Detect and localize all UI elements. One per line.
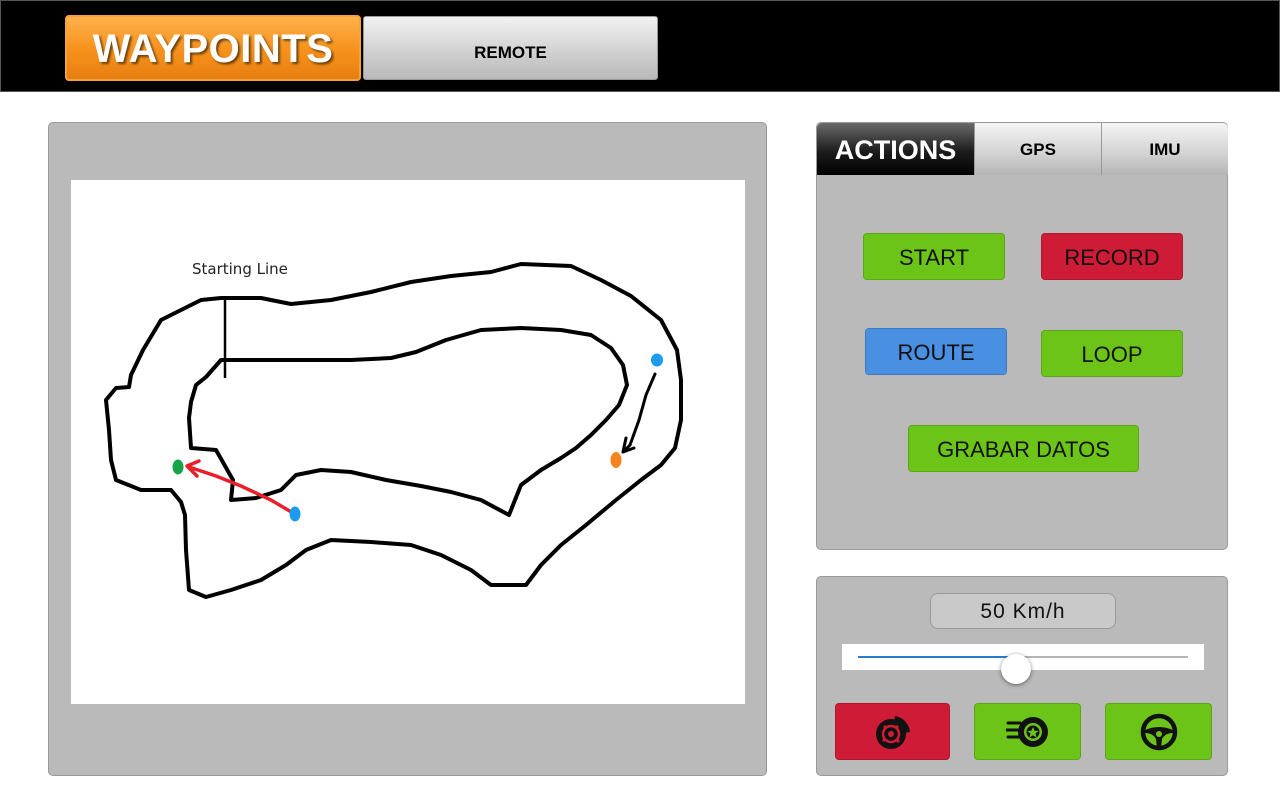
starting-line-label: Starting Line — [192, 260, 288, 278]
actions-panel: ACTIONS GPS IMU START RECORD ROUTE LOOP … — [816, 122, 1228, 550]
speed-control-panel: 50 Km/h — [816, 576, 1228, 776]
tab-waypoints[interactable]: WAYPOINTS — [65, 15, 361, 81]
speed-readout: 50 Km/h — [930, 593, 1116, 629]
top-nav-bar: WAYPOINTS REMOTE — [0, 0, 1280, 92]
track-map[interactable]: Starting Line — [71, 180, 745, 704]
tab-remote[interactable]: REMOTE — [363, 16, 658, 80]
speeding-wheel-icon — [1005, 716, 1048, 747]
tab-gps[interactable]: GPS — [974, 123, 1101, 175]
tab-actions[interactable]: ACTIONS — [817, 123, 974, 175]
start-button[interactable]: START — [863, 233, 1005, 280]
waypoint-orange[interactable] — [610, 452, 622, 468]
steering-button[interactable] — [1105, 703, 1212, 760]
waypoint-green[interactable] — [172, 459, 184, 475]
slider-thumb[interactable] — [1001, 654, 1032, 684]
waypoint-blue-right[interactable] — [651, 353, 663, 367]
route-button[interactable]: ROUTE — [865, 328, 1007, 375]
record-button[interactable]: RECORD — [1041, 233, 1183, 280]
track-drawing: Starting Line — [104, 260, 683, 599]
accelerate-button[interactable] — [974, 703, 1081, 760]
loop-button[interactable]: LOOP — [1041, 330, 1183, 377]
tab-imu[interactable]: IMU — [1101, 123, 1228, 175]
map-panel: Starting Line — [48, 122, 767, 776]
brake-disc-icon — [875, 715, 910, 749]
grabar-datos-button[interactable]: GRABAR DATOS — [908, 425, 1139, 472]
waypoint-blue-lower[interactable] — [289, 506, 301, 522]
slider-track[interactable] — [858, 654, 1188, 684]
slider-fill — [858, 656, 1017, 658]
brake-button[interactable] — [835, 703, 950, 760]
speed-slider[interactable] — [842, 644, 1204, 684]
steering-wheel-icon — [1140, 713, 1177, 750]
track-inner-boundary — [187, 326, 629, 517]
